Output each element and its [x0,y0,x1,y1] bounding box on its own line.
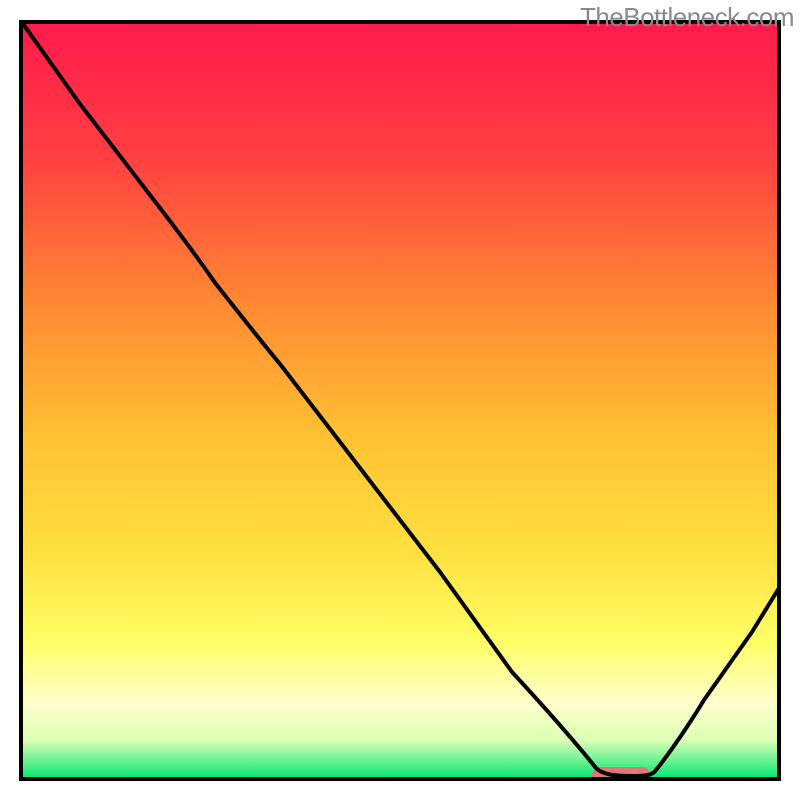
watermark-text: TheBottleneck.com [580,2,794,33]
plot-background [21,22,779,779]
chart-svg [0,0,800,800]
